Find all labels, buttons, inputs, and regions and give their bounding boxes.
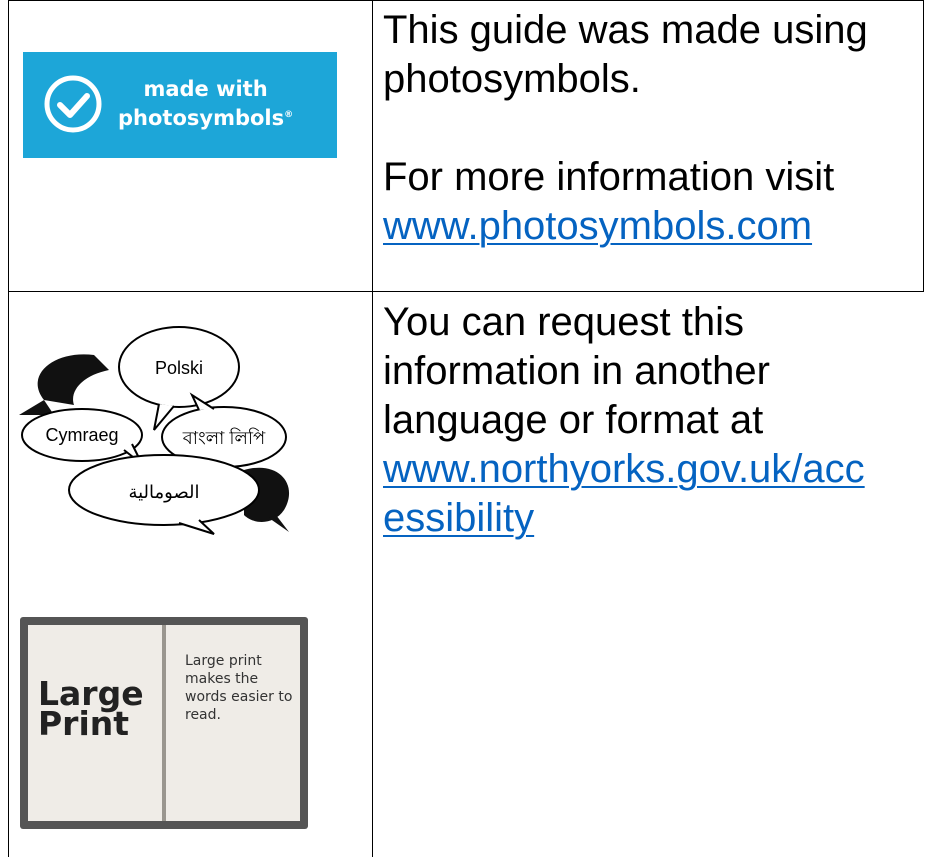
polski-label: Polski — [155, 358, 203, 378]
large-print-body: Large print makes the words easier to re… — [185, 653, 293, 723]
table-border-right — [923, 0, 924, 292]
accessibility-link[interactable]: www.northyorks.gov.uk/acc essibility — [383, 447, 865, 540]
accessibility-link-line2: essibility — [383, 496, 535, 540]
badge-line2-text: photosymbols — [118, 106, 285, 130]
check-circle-icon — [44, 75, 102, 133]
table-border-top — [8, 0, 924, 1]
table-border-left — [8, 0, 9, 857]
bangla-label: বাংলা লিপি — [182, 428, 266, 448]
accessibility-link-line1: www.northyorks.gov.uk/acc — [383, 447, 865, 491]
badge-text: made with photosymbols® — [118, 76, 293, 131]
badge-line1: made with — [143, 77, 268, 101]
row1-text: This guide was made using photosymbols. … — [383, 6, 923, 251]
photosymbols-link[interactable]: www.photosymbols.com — [383, 204, 812, 248]
badge-line2: photosymbols® — [118, 102, 293, 131]
cymraeg-label: Cymraeg — [45, 425, 118, 445]
languages-illustration: Polski Cymraeg বাংলা লিপি الصومالية — [19, 326, 290, 535]
somali-label: الصومالية — [128, 482, 199, 503]
row2-text: You can request this information in anot… — [383, 298, 923, 543]
table-row-divider — [8, 291, 924, 292]
large-print-book: Large Print Large print makes the words … — [20, 617, 308, 829]
row2-request: You can request this information in anot… — [383, 300, 770, 442]
photosymbols-badge: made with photosymbols® — [23, 52, 337, 158]
table-border-middle — [372, 0, 373, 857]
row1-more-info: For more information visit — [383, 155, 835, 199]
row1-intro: This guide was made using photosymbols. — [383, 8, 868, 101]
large-print-title-line2: Print — [38, 704, 130, 743]
registered-mark: ® — [284, 110, 294, 120]
large-print-title: Large Print — [38, 677, 144, 743]
book-spine — [162, 625, 166, 821]
